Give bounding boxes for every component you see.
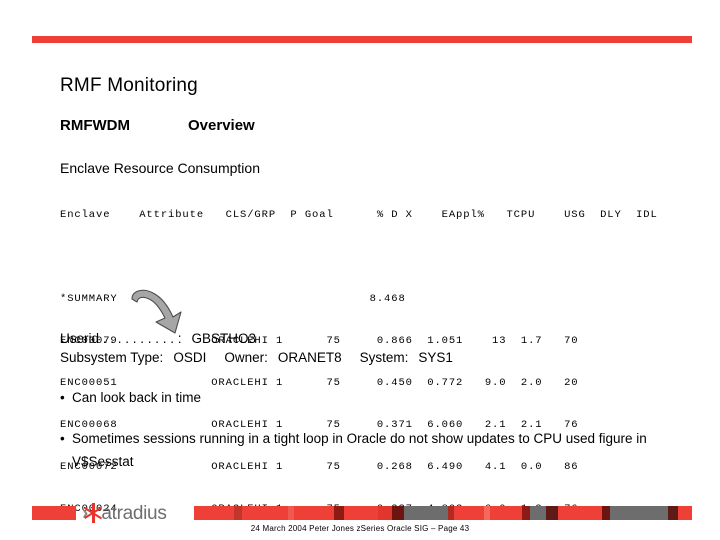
footer-bar-segment — [602, 506, 610, 520]
atradius-logo: › atradius — [82, 501, 167, 525]
footer-bar-segment — [334, 506, 344, 520]
footer-bar-segment — [546, 506, 558, 520]
footer-bar-segment — [392, 506, 404, 520]
footer-bar-segment — [378, 506, 392, 520]
footer-bar-segment — [454, 506, 484, 520]
page-title: RMF Monitoring — [60, 75, 198, 96]
list-item-text: Can look back in time — [72, 390, 202, 405]
subsystem-type-label: Subsystem Type: — [60, 350, 164, 365]
report-header-gap — [60, 250, 658, 264]
system-label: System: — [359, 350, 409, 365]
owner-label: Owner: — [224, 350, 268, 365]
logo-wordmark: atradius — [101, 502, 167, 524]
footer-bar-segment — [558, 506, 602, 520]
bullet-dot-icon: • — [60, 431, 65, 446]
list-item: • Sometimes sessions running in a tight … — [60, 427, 660, 473]
footer-bar-segment — [668, 506, 678, 520]
subsystem-type-value: OSDI — [173, 350, 207, 365]
footer-bar-segment — [242, 506, 288, 520]
session-detail-block: Userid . . . . . . . . . . : GBSTHO3 Subs… — [60, 329, 453, 367]
owner-value: ORANET8 — [277, 350, 342, 365]
section-heading: Enclave Resource Consumption — [60, 160, 260, 176]
top-accent-rule — [32, 36, 692, 43]
subheading: RMFWDM Overview — [60, 117, 255, 134]
logo-star-icon — [84, 502, 103, 524]
footer-bar-segment — [234, 506, 242, 520]
bullet-list: • Can look back in time • Sometimes sess… — [60, 386, 660, 491]
footer-bar-segment — [344, 506, 378, 520]
subheading-right: Overview — [188, 117, 255, 134]
footer-bar-segment — [194, 506, 234, 520]
footer-bar-segment — [32, 506, 76, 520]
subsystem-line: Subsystem Type: OSDI Owner: ORANET8 System: S… — [60, 348, 453, 367]
footer-bar-segment — [522, 506, 530, 520]
footer-bar-segment — [404, 506, 448, 520]
list-item: • Can look back in time — [60, 386, 660, 409]
footer-bar-segment — [678, 506, 692, 520]
subheading-left: RMFWDM — [60, 117, 130, 134]
userid-line: Userid . . . . . . . . . . : GBSTHO3 — [60, 329, 453, 348]
footer-bar-segment — [530, 506, 546, 520]
footer-bar-segment — [610, 506, 668, 520]
footer-bar-segment — [294, 506, 334, 520]
userid-label: Userid . . . . . . . . . . : — [60, 331, 182, 346]
bullet-dot-icon: • — [60, 390, 65, 405]
footer-bar-segment — [490, 506, 522, 520]
userid-value: GBSTHO3 — [191, 331, 257, 346]
footer-credit-text: 24 March 2004 Peter Jones zSeries Oracle… — [250, 524, 470, 533]
report-header-row: Enclave Attribute CLS/GRP P Goal % D X E… — [60, 209, 658, 221]
system-value: SYS1 — [418, 350, 453, 365]
list-item-text: Sometimes sessions running in a tight lo… — [72, 431, 647, 469]
